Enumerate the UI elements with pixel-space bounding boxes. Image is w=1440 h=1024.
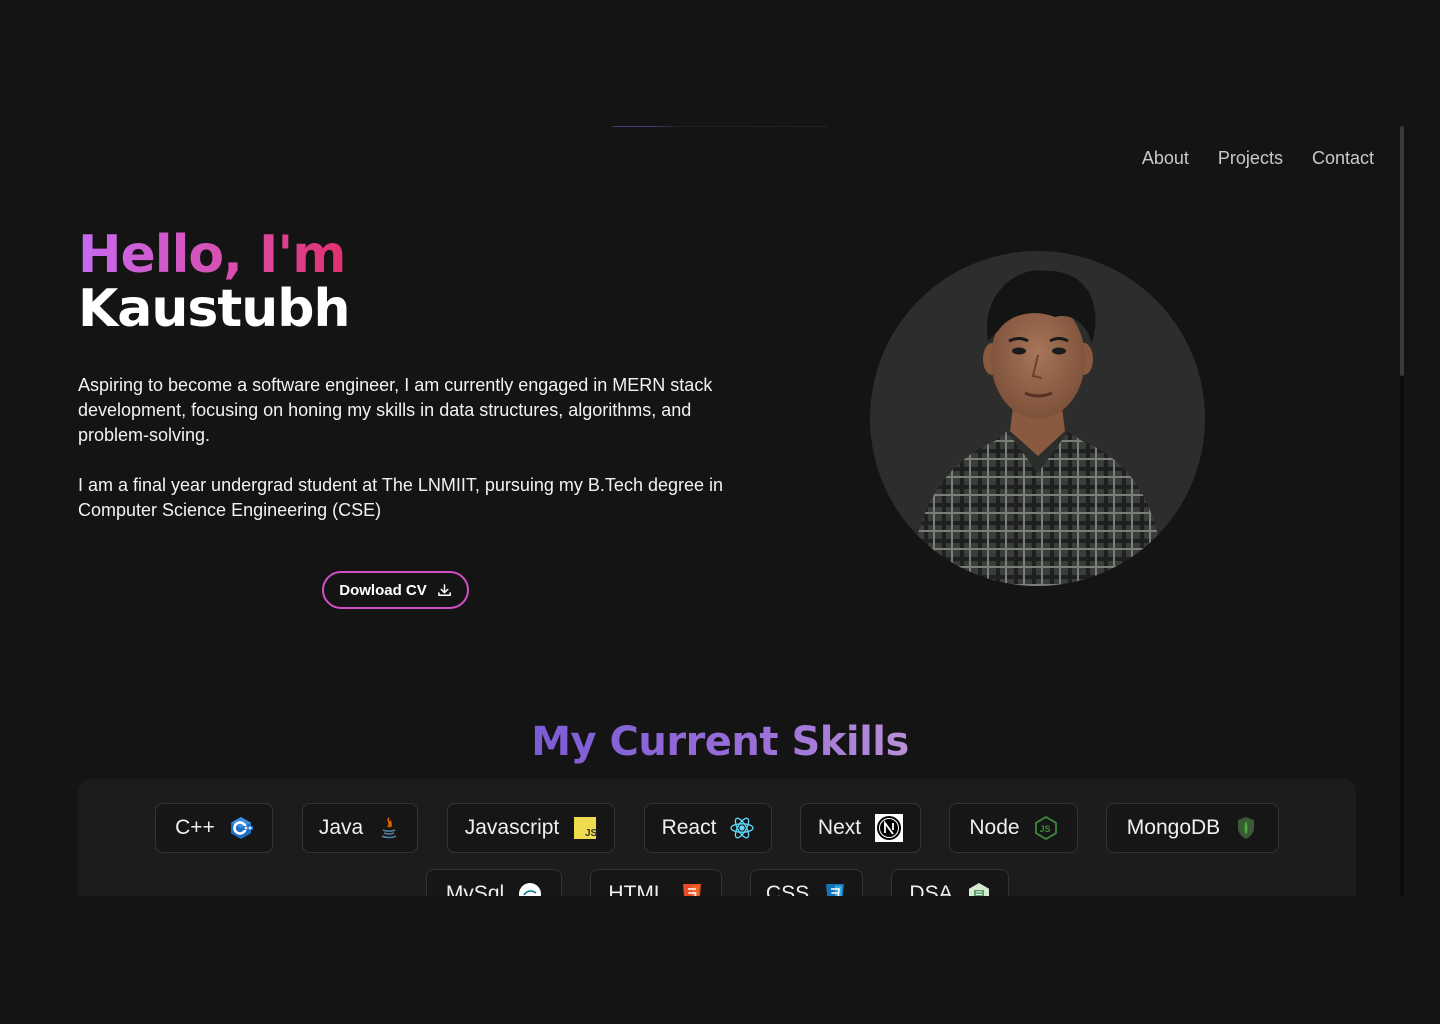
hero-greeting: Hello, I'm [78,228,349,282]
nav-about-link[interactable]: About [1142,146,1189,170]
hero-name: Kaustubh [78,279,350,339]
css3-icon [826,884,845,896]
download-cv-label: Dowload CV [339,581,427,599]
cpp-icon [230,817,253,839]
skills-heading-text: My Current Skills [531,719,909,765]
skill-label: HTML [608,882,666,896]
skill-label: CSS [765,882,810,896]
skill-chip-react[interactable]: React [644,803,772,853]
bio-paragraph-education: I am a final year undergrad student at T… [78,475,724,520]
skill-label: DSA [909,882,953,896]
skill-chip-mongodb[interactable]: MongoDB [1106,803,1279,853]
react-icon [730,817,755,839]
svg-text:JS: JS [585,828,597,839]
page-viewport: About Projects Contact Hello, I'm Kaustu… [0,0,1440,896]
skills-panel: C++ Java Javascript JS React Next Node J… [78,779,1356,896]
skill-label: Java [318,816,364,839]
download-cv-button[interactable]: Dowload CV [322,571,469,609]
download-icon [437,583,451,596]
hero-bio: Aspiring to become a software engineer, … [78,373,728,548]
mysql-icon [519,883,542,896]
skill-label: Next [817,816,862,839]
dsa-icon [968,883,989,896]
mongodb-icon [1238,817,1255,839]
skill-label: MongoDB [1126,816,1221,839]
profile-photo [870,251,1205,586]
hero-heading: Hello, I'm Kaustubh [78,228,350,339]
scrollbar-thumb[interactable] [1400,126,1404,376]
svg-text:JS: JS [1039,824,1050,834]
skill-label: React [661,816,717,839]
nextjs-icon [875,814,904,842]
skill-chip-cpp[interactable]: C++ [155,803,273,853]
javascript-icon: JS [574,817,597,839]
person-portrait-icon [910,270,1165,586]
java-icon [381,817,397,839]
skill-chip-mysql[interactable]: MySql [426,869,562,896]
skill-chip-html[interactable]: HTML [590,869,722,896]
skill-label: MySql [445,882,505,896]
html5-icon [682,884,701,896]
skill-label: Javascript [464,816,560,839]
skill-chip-dsa[interactable]: DSA [891,869,1009,896]
skill-chip-next[interactable]: Next [800,803,921,853]
skill-chip-css[interactable]: CSS [750,869,863,896]
skill-label: C++ [175,816,215,839]
skill-chip-java[interactable]: Java [302,803,418,853]
nav-projects-link[interactable]: Projects [1218,146,1283,170]
skill-chip-node[interactable]: Node JS [949,803,1078,853]
header-divider [612,126,828,127]
nav-contact-link[interactable]: Contact [1312,146,1374,170]
top-navigation: About Projects Contact [1142,146,1374,170]
skill-chip-javascript[interactable]: Javascript JS [447,803,615,853]
skills-heading: My Current Skills [0,716,1440,768]
bio-paragraph-career: Aspiring to become a software engineer, … [78,375,713,445]
skill-label: Node [969,816,1020,839]
nodejs-icon: JS [1034,816,1057,840]
